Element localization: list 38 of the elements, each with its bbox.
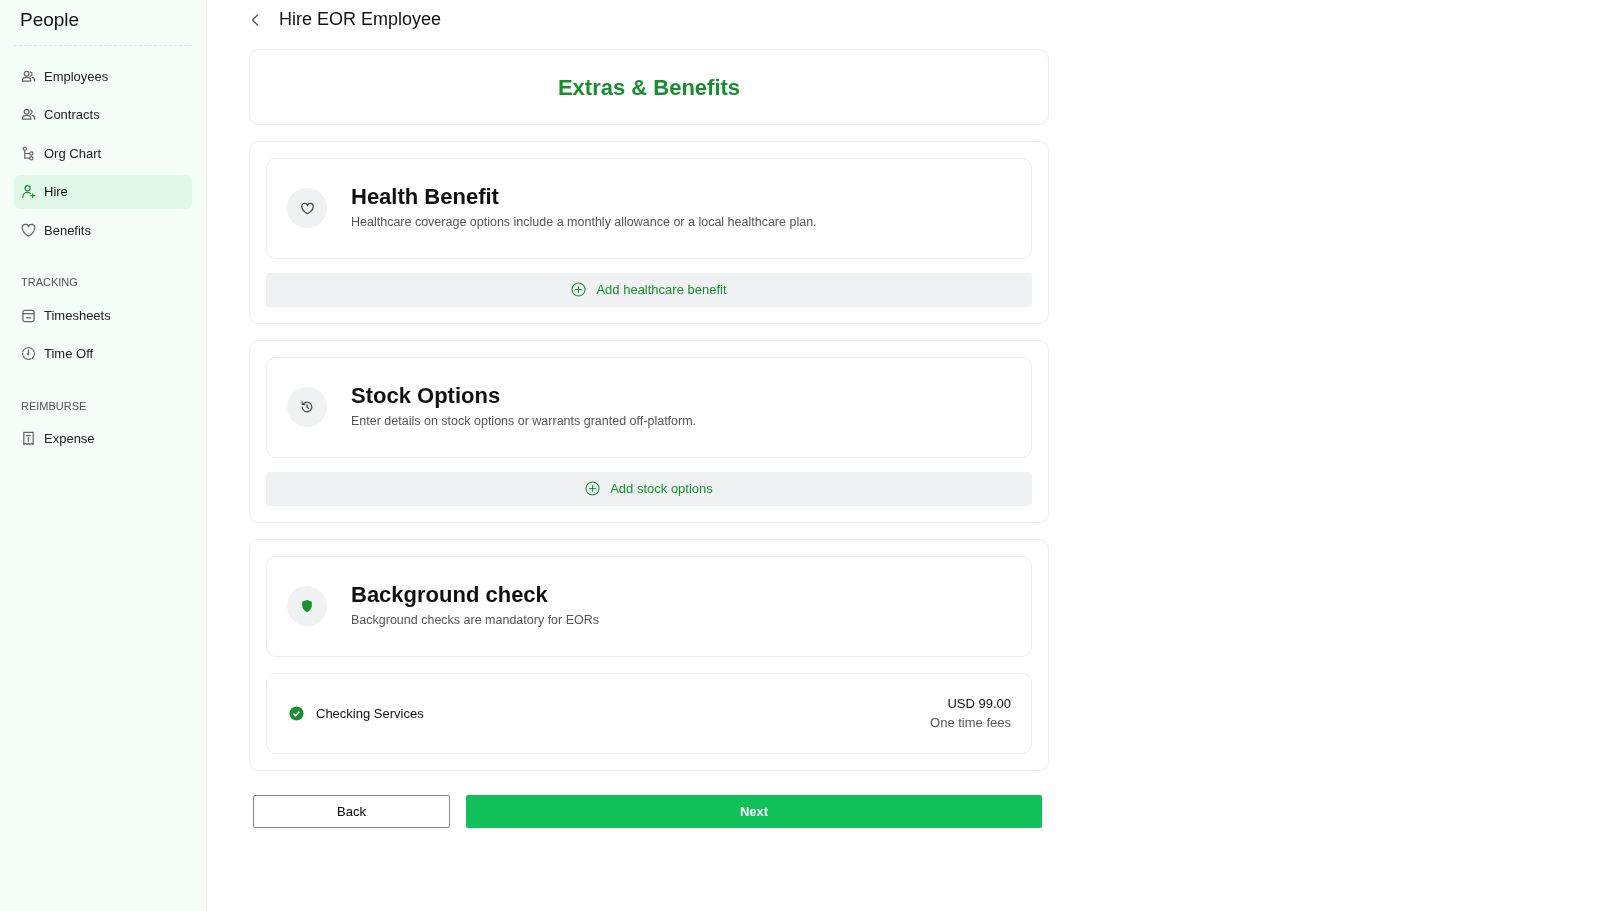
section-heading: TRACKING xyxy=(20,275,79,290)
calendar-icon xyxy=(21,307,36,323)
fee-note: One time fees xyxy=(930,714,1011,733)
page-title: Hire EOR Employee xyxy=(279,8,442,31)
card-description: Background checks are mandatory for EORs xyxy=(351,612,600,630)
people-icon xyxy=(21,107,36,123)
card-title: Health Benefit xyxy=(351,185,500,210)
add-button[interactable]: Add healthcare benefit xyxy=(266,272,1032,307)
sidebar-item[interactable]: Timesheets xyxy=(14,298,192,332)
heart-icon xyxy=(299,200,315,216)
shield-icon xyxy=(300,599,314,614)
price: USD 99.00 xyxy=(946,694,1011,713)
history-icon xyxy=(300,400,314,415)
sidebar-item[interactable]: Hire xyxy=(14,175,192,209)
person-add-icon xyxy=(21,184,36,200)
hierarchy-icon xyxy=(21,145,36,161)
back-button[interactable]: Back xyxy=(253,794,450,828)
sidebar-item[interactable]: Expense xyxy=(14,422,192,456)
add-button[interactable]: Add stock options xyxy=(266,471,1032,506)
card-title: Stock Options xyxy=(351,383,502,409)
plus-circle-icon xyxy=(585,481,601,497)
sidebar-item[interactable]: Org Chart xyxy=(14,136,192,170)
section-heading: REIMBURSE xyxy=(20,398,88,414)
sidebar-item[interactable]: Employees xyxy=(14,59,192,93)
people-icon xyxy=(21,68,36,84)
card-title: Background check xyxy=(351,582,549,608)
sidebar-title: People xyxy=(14,4,192,46)
service-name: Checking Services xyxy=(316,704,424,723)
plus-circle-icon xyxy=(571,282,587,298)
receipt-icon xyxy=(21,431,36,447)
sidebar-item[interactable]: Time Off xyxy=(14,337,192,371)
card-description: Enter details on stock options or warrants granted off-platform. xyxy=(351,413,697,431)
card-description: Healthcare coverage options include a monthly allowance or a local healthcare plan. xyxy=(351,214,817,232)
clock-icon xyxy=(21,346,36,362)
sidebar-item[interactable]: Contracts xyxy=(14,98,192,132)
sidebar-item[interactable]: Benefits xyxy=(14,213,192,247)
heart-icon xyxy=(21,222,36,238)
section-title: Extras & Benefits xyxy=(557,73,741,102)
